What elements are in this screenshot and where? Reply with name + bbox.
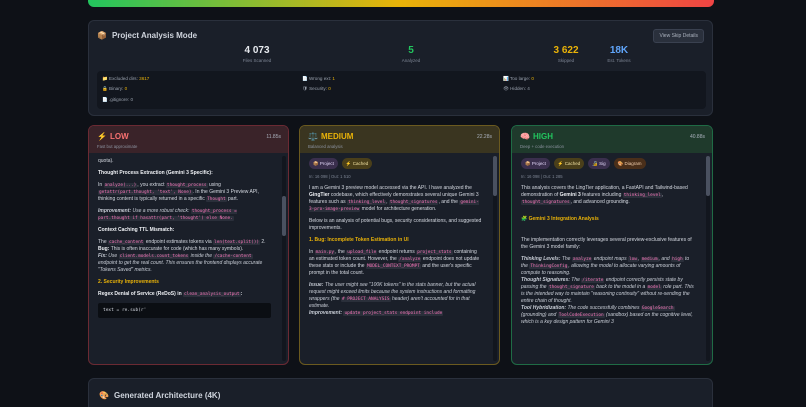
card-time: 11.85s: [266, 134, 281, 140]
tag-row: 📦 Project ⚡ Cached: [309, 158, 482, 169]
app-root: 📦 Project Analysis Mode View Skip Detail…: [0, 0, 806, 407]
detail-hidden: 👁 Hidden: 4: [503, 86, 530, 91]
paragraph: In analyze(...), you extract thought_pro…: [98, 182, 259, 202]
paragraph: Issue: The user might see "100K tokens" …: [309, 282, 476, 316]
stat-value: 4 073: [244, 45, 270, 56]
paragraph: The cache_content endpoint estimates tok…: [98, 239, 266, 273]
view-skip-details-button[interactable]: View Skip Details: [653, 29, 704, 43]
tag-diagram: 🎨 Diagram: [613, 158, 646, 169]
card-title: HIGH: [532, 132, 553, 141]
progress-bar: [88, 0, 714, 7]
panel-title-text: Project Analysis Mode: [111, 31, 198, 40]
heading: Thought Process Extraction (Gemini 3 Spe…: [98, 170, 213, 176]
palette-icon: 🎨: [99, 391, 109, 400]
stat-analyzed: 5 Analyzed: [361, 45, 461, 63]
stat-est-tokens: 18K Est. Tokens: [569, 45, 669, 63]
detail-too-large: 📊 Too large: 0: [503, 76, 534, 81]
card-medium: ⚖️ MEDIUM Balanced analysis 22.28s 📦 Proj…: [299, 125, 500, 365]
card-subtitle: Fast but approximate: [97, 144, 138, 149]
puzzle-icon: 🧩: [521, 216, 528, 222]
card-time: 22.28s: [476, 134, 492, 140]
generated-architecture-panel: 🎨 Generated Architecture (4K): [88, 378, 713, 407]
heading: Context Caching TTL Mismatch:: [98, 227, 175, 233]
skip-details-box: 📁 Excluded dirs: 3617 🔒 Binary: 0 📄 .git…: [97, 71, 706, 109]
card-low: ⚡ LOW Fast but approximate 11.85s quota).…: [88, 125, 289, 365]
paragraph: Thinking Levels: The analyze endpoint ma…: [521, 256, 694, 325]
card-subtitle: Deep + code execution: [520, 144, 565, 149]
paragraph: I am a Gemini 3 preview model accessed v…: [309, 185, 479, 212]
detail-wrong-ext: 📄 Wrong ext: 1: [302, 76, 335, 81]
tag-cached: ⚡ Cached: [553, 158, 585, 169]
paragraph: Below is an analysis of potential bugs, …: [309, 218, 482, 231]
paragraph: This analysis covers the LingTier applic…: [521, 185, 688, 205]
brain-icon: 🧠: [520, 132, 530, 141]
lightning-icon: ⚡: [97, 132, 107, 141]
stat-value: 5: [408, 45, 414, 56]
card-title: MEDIUM: [320, 132, 354, 141]
card-high-body[interactable]: 📦 Project ⚡ Cached 🔏 Sig 🎨 Diagram In: 1…: [512, 154, 704, 364]
text: quota).: [98, 158, 114, 164]
card-time: 40.88s: [689, 134, 705, 140]
section-heading: 2. Security Improvements: [98, 279, 159, 285]
detail-binary: 🔒 Binary: 0: [102, 86, 128, 91]
panel-title: 📦 Project Analysis Mode: [97, 31, 197, 40]
package-icon: 📦: [97, 31, 107, 40]
tag-project: 📦 Project: [309, 158, 338, 169]
section-heading: 1. Bug: Incomplete Token Estimation in U…: [309, 237, 409, 243]
tag-project: 📦 Project: [521, 158, 550, 169]
detail-security: 🛡 Security: 0: [302, 86, 331, 91]
token-meta: In: 16 098 | Out: 1 285: [521, 174, 563, 179]
card-medium-scrollbar[interactable]: [493, 156, 497, 361]
detail-excluded: 📁 Excluded dirs: 3617: [102, 76, 150, 81]
card-low-body[interactable]: quota). Thought Process Extraction (Gemi…: [89, 154, 280, 364]
card-low-scrollbar[interactable]: [282, 156, 286, 361]
arch-title: 🎨 Generated Architecture (4K): [99, 391, 220, 400]
tag-sig: 🔏 Sig: [588, 158, 610, 169]
project-analysis-panel: 📦 Project Analysis Mode View Skip Detail…: [88, 20, 713, 116]
token-meta: In: 16 098 | Out: 1 510: [309, 174, 351, 179]
scales-icon: ⚖️: [308, 132, 318, 141]
arch-title-text: Generated Architecture (4K): [113, 391, 221, 400]
section-heading: 🧩 Gemini 3 Integration Analysis: [521, 216, 599, 222]
detail-gitignore: 📄 .gitignore: 0: [102, 97, 134, 102]
heading: Regex Denial of Service (ReDoS) in clean…: [98, 291, 243, 297]
stat-label: Est. Tokens: [607, 58, 631, 63]
code-block: text = re.sub(r': [98, 303, 271, 318]
card-medium-body[interactable]: 📦 Project ⚡ Cached In: 16 098 | Out: 1 5…: [300, 154, 491, 364]
stat-label: Analyzed: [401, 58, 421, 63]
stat-value: 18K: [609, 45, 629, 56]
tag-cached: ⚡ Cached: [341, 158, 373, 169]
card-high-header: 🧠 HIGH Deep + code execution 40.88s: [512, 126, 712, 153]
card-low-header: ⚡ LOW Fast but approximate 11.85s: [89, 126, 288, 153]
card-medium-header: ⚖️ MEDIUM Balanced analysis 22.28s: [300, 126, 499, 153]
card-high-scrollbar[interactable]: [706, 156, 710, 361]
paragraph: Improvement: Use a more robust check: th…: [98, 208, 237, 221]
paragraph: In main.py, the upload_file endpoint ret…: [309, 249, 480, 276]
stat-label: Files Scanned: [242, 58, 272, 63]
stats-row: 4 073 Files Scanned 5 Analyzed 3 622 Ski…: [89, 45, 712, 67]
card-title: LOW: [109, 132, 129, 141]
tag-row: 📦 Project ⚡ Cached 🔏 Sig 🎨 Diagram: [521, 158, 695, 169]
stat-files-scanned: 4 073 Files Scanned: [207, 45, 307, 63]
card-high: 🧠 HIGH Deep + code execution 40.88s 📦 Pro…: [511, 125, 713, 365]
paragraph: The implementation correctly leverages s…: [521, 237, 692, 250]
card-subtitle: Balanced analysis: [308, 144, 343, 149]
